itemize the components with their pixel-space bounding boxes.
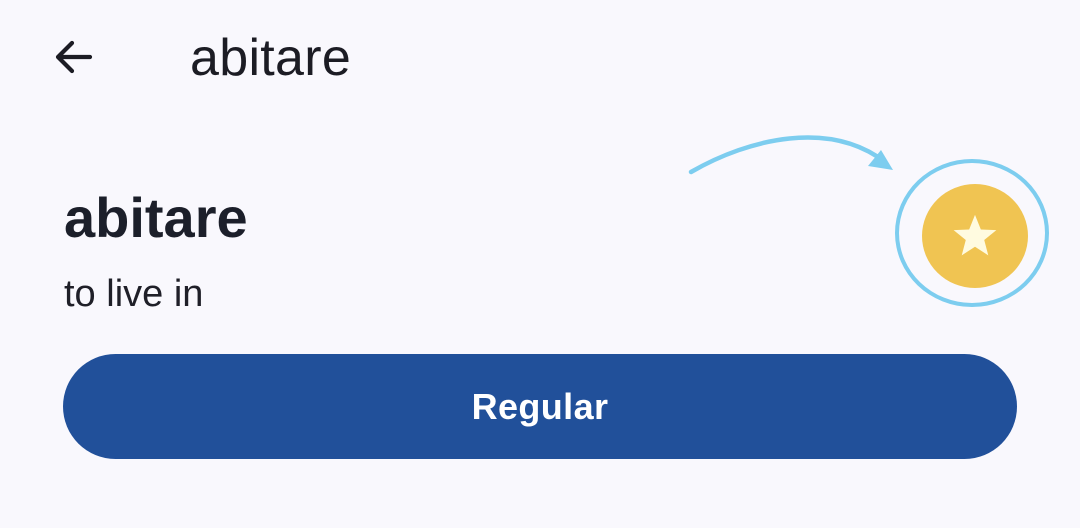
- star-icon: [948, 209, 1002, 263]
- word-term: abitare: [64, 186, 248, 249]
- word-card: abitare to live in: [64, 186, 248, 315]
- page-title: abitare: [190, 29, 352, 87]
- word-translation: to live in: [64, 273, 204, 315]
- favorite-button[interactable]: [922, 184, 1028, 288]
- annotation-arrow-icon: [688, 135, 893, 175]
- arrow-left-icon: [50, 33, 98, 81]
- back-button[interactable]: [30, 13, 118, 101]
- regular-button[interactable]: Regular: [63, 354, 1017, 459]
- app-bar: abitare: [0, 0, 1080, 118]
